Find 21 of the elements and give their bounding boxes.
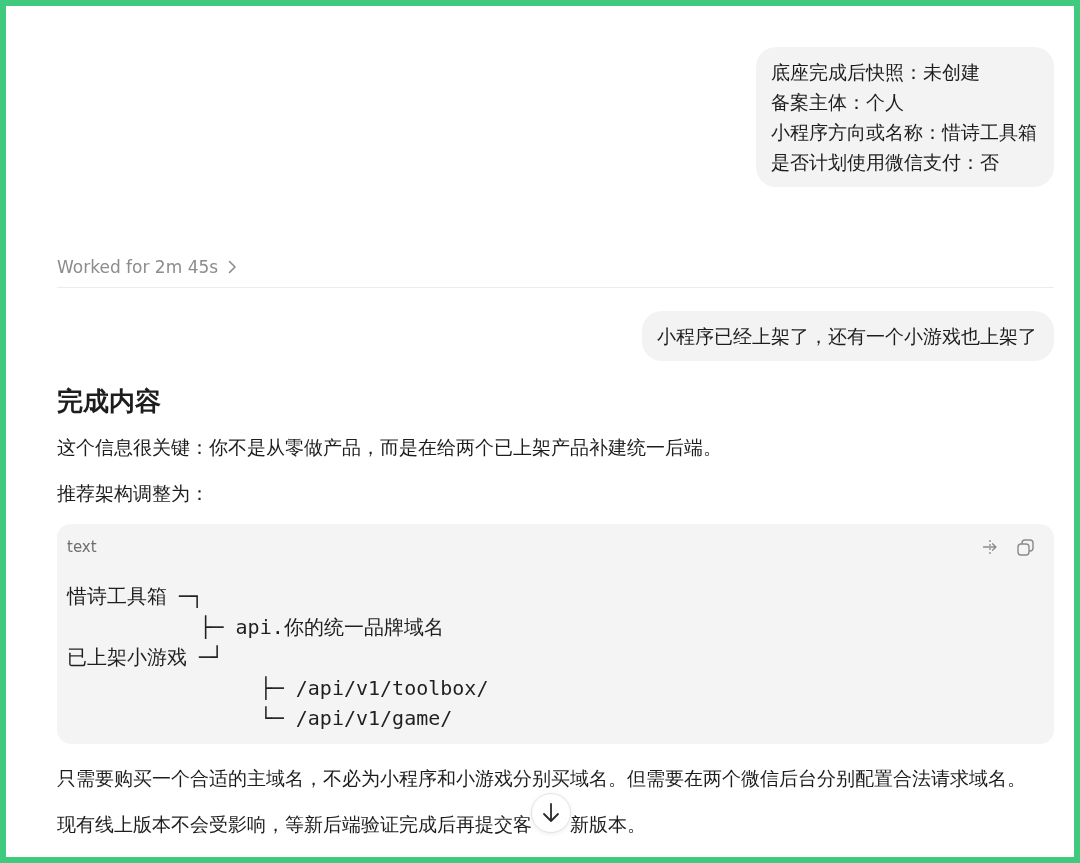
wrap-button[interactable] bbox=[982, 539, 998, 555]
scroll-down-button[interactable] bbox=[531, 792, 571, 833]
body-text: 现有线上版本不会受影响，等新后端验证完成后再提交客 bbox=[57, 811, 532, 837]
dashed-line-arrow-icon bbox=[982, 539, 998, 555]
body-text: 只需要购买一个合适的主域名，不必为小程序和小游戏分别买域名。但需要在两个微信后台分别配置合法请求域名。 bbox=[57, 765, 1026, 791]
message-text: 小程序已经上架了，还有一个小游戏也上架了 bbox=[657, 324, 1037, 349]
message-text: 是否计划使用微信支付：否 bbox=[771, 150, 1000, 175]
body-text: 推荐架构调整为： bbox=[57, 481, 209, 506]
copy-icon bbox=[1017, 538, 1034, 556]
chevron-right-icon bbox=[228, 260, 238, 274]
message-text: 备案主体：个人 bbox=[771, 90, 905, 115]
arrow-down-icon bbox=[542, 802, 560, 823]
worked-for-toggle[interactable]: Worked for 2m 45s bbox=[57, 255, 238, 279]
body-text: 这个信息很关键：你不是从零做产品，而是在给两个已上架产品补建统一后端。 bbox=[57, 435, 722, 460]
message-text: 小程序方向或名称：惜诗工具箱 bbox=[771, 120, 1037, 145]
copy-button[interactable] bbox=[1017, 538, 1034, 556]
message-text: 底座完成后快照：未创建 bbox=[771, 60, 981, 85]
code-text: 惜诗工具箱 ─┐ ├─ api.你的统一品牌域名 已上架小游戏 ─┘ ├─ /api/v1/toolbox/ └─ /api/v1/game/ bbox=[67, 583, 489, 732]
section-heading: 完成内容 bbox=[57, 385, 162, 418]
body-text: 新版本。 bbox=[570, 811, 646, 837]
code-language-label: text bbox=[67, 537, 97, 557]
